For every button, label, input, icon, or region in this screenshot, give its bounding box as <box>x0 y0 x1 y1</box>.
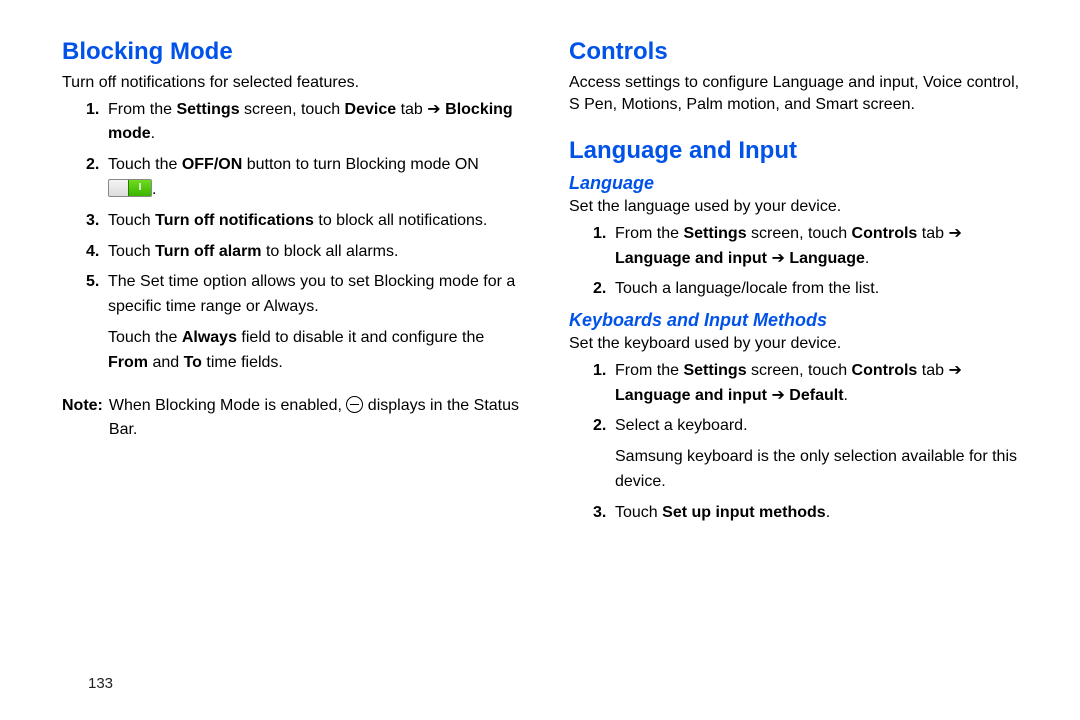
note-label: Note: <box>62 394 103 444</box>
blocking-mode-intro: Turn off notifications for selected feat… <box>62 72 521 94</box>
text: Touch a language/locale from the list. <box>615 280 879 297</box>
kb-step-1: From the Settings screen, touch Controls… <box>593 359 1028 409</box>
bold-language-and-input: Language and input <box>615 250 767 267</box>
arrow-icon: ➔ <box>948 225 961 242</box>
text: to block all notifications. <box>314 212 487 229</box>
arrow-icon: ➔ <box>427 101 440 118</box>
controls-intro: Access settings to configure Language an… <box>569 72 1028 115</box>
text: time fields. <box>202 354 283 371</box>
kb-step-3: Touch Set up input methods. <box>593 501 1028 526</box>
text: . <box>152 181 156 198</box>
page-number: 133 <box>88 675 113 692</box>
note: Note: When Blocking Mode is enabled, dis… <box>62 394 521 444</box>
always-continuation: Touch the Always field to disable it and… <box>108 326 521 376</box>
text: Select a keyboard. <box>615 417 748 434</box>
blocking-mode-steps: From the Settings screen, touch Device t… <box>86 98 521 320</box>
blocking-mode-heading: Blocking Mode <box>62 38 521 66</box>
keyboards-intro: Set the keyboard used by your device. <box>569 333 1028 355</box>
keyboards-subheading: Keyboards and Input Methods <box>569 310 1028 331</box>
right-column: Controls Access settings to configure La… <box>569 38 1028 690</box>
text: Touch <box>615 504 662 521</box>
lang-step-1: From the Settings screen, touch Controls… <box>593 222 1028 272</box>
text: button to turn Blocking mode ON <box>242 156 479 173</box>
bold-settings: Settings <box>176 101 239 118</box>
text: When Blocking Mode is enabled, <box>109 397 346 414</box>
bold-settings: Settings <box>683 225 746 242</box>
text: screen, touch <box>747 362 852 379</box>
bold-turn-off-alarm: Turn off alarm <box>155 243 261 260</box>
page: Blocking Mode Turn off notifications for… <box>0 0 1080 720</box>
bold-default: Default <box>785 387 844 404</box>
arrow-icon: ➔ <box>771 250 784 267</box>
lang-step-2: Touch a language/locale from the list. <box>593 277 1028 302</box>
bold-to: To <box>184 354 202 371</box>
bold-language-and-input: Language and input <box>615 387 767 404</box>
arrow-icon: ➔ <box>948 362 961 379</box>
step-3: Touch Turn off notifications to block al… <box>86 209 521 234</box>
bold-off-on: OFF/ON <box>182 156 242 173</box>
text: to block all alarms. <box>262 243 399 260</box>
text: . <box>865 250 869 267</box>
text: tab <box>917 362 948 379</box>
text: screen, touch <box>747 225 852 242</box>
step-5: The Set time option allows you to set Bl… <box>86 270 521 320</box>
bold-settings: Settings <box>683 362 746 379</box>
toggle-on-icon <box>108 179 152 197</box>
text: Touch the <box>108 156 182 173</box>
text: From the <box>615 225 683 242</box>
step-1: From the Settings screen, touch Device t… <box>86 98 521 148</box>
arrow-icon: ➔ <box>771 387 784 404</box>
bold-always: Always <box>182 329 237 346</box>
note-text: When Blocking Mode is enabled, displays … <box>109 394 521 444</box>
text: . <box>151 125 155 142</box>
language-intro: Set the language used by your device. <box>569 196 1028 218</box>
text: Touch <box>108 212 155 229</box>
step-2: Touch the OFF/ON button to turn Blocking… <box>86 153 521 203</box>
bold-language: Language <box>789 250 865 267</box>
bold-turn-off-notifications: Turn off notifications <box>155 212 314 229</box>
bold-from: From <box>108 354 148 371</box>
text: Touch <box>108 243 155 260</box>
controls-heading: Controls <box>569 38 1028 66</box>
text: Touch the <box>108 329 182 346</box>
language-input-heading: Language and Input <box>569 137 1028 165</box>
blocking-status-icon <box>346 396 363 413</box>
keyboards-steps-cont: Touch Set up input methods. <box>593 501 1028 526</box>
text: field to disable it and configure the <box>237 329 484 346</box>
text: . <box>826 504 830 521</box>
bold-controls: Controls <box>852 225 918 242</box>
kb-continuation: Samsung keyboard is the only selection a… <box>615 445 1028 495</box>
text: The Set time option allows you to set Bl… <box>108 273 515 315</box>
step-4: Touch Turn off alarm to block all alarms… <box>86 240 521 265</box>
text: From the <box>615 362 683 379</box>
bold-device: Device <box>345 101 397 118</box>
text: tab <box>396 101 427 118</box>
keyboards-steps: From the Settings screen, touch Controls… <box>593 359 1028 439</box>
language-steps: From the Settings screen, touch Controls… <box>593 222 1028 302</box>
text: and <box>148 354 184 371</box>
bold-controls: Controls <box>852 362 918 379</box>
kb-step-2: Select a keyboard. <box>593 414 1028 439</box>
bold-setup-input-methods: Set up input methods <box>662 504 826 521</box>
text: tab <box>917 225 948 242</box>
left-column: Blocking Mode Turn off notifications for… <box>62 38 521 690</box>
text: screen, touch <box>240 101 345 118</box>
language-subheading: Language <box>569 173 1028 194</box>
text: . <box>844 387 848 404</box>
text: From the <box>108 101 176 118</box>
